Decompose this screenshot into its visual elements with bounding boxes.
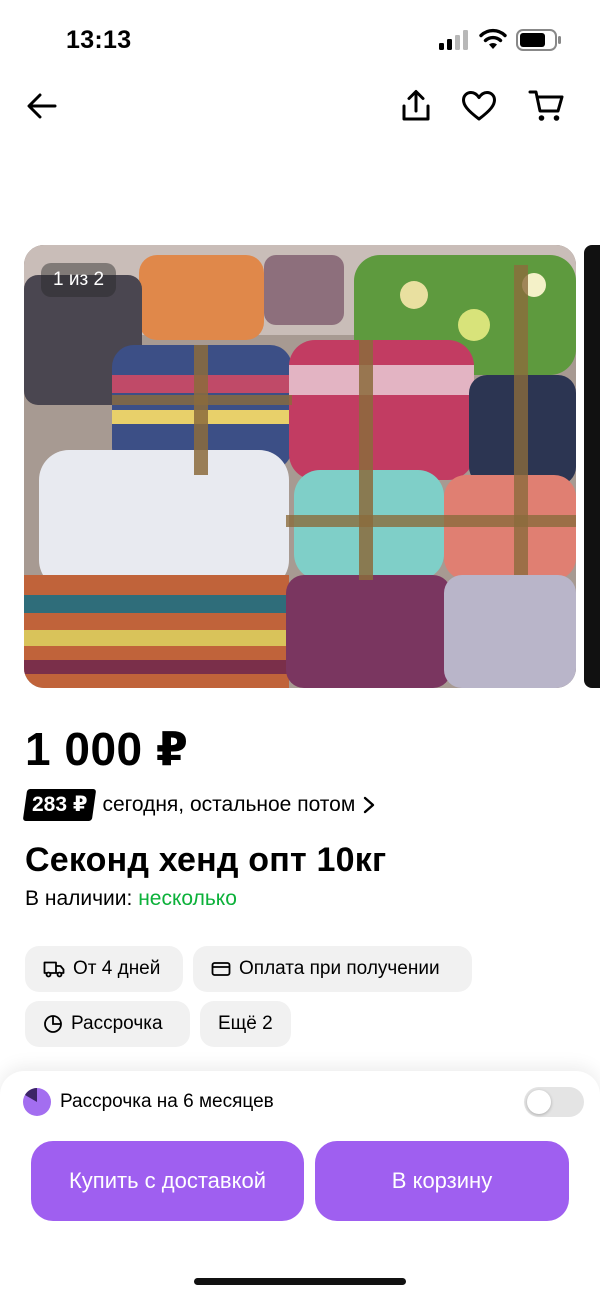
installment-text: сегодня, остальное потом: [102, 793, 356, 816]
installment-chip[interactable]: Рассрочка: [25, 1001, 190, 1047]
pie-chart-icon: [44, 1015, 62, 1033]
battery-icon: [516, 29, 561, 51]
installment-toggle-label: Рассрочка на 6 месяцев: [60, 1091, 274, 1112]
availability: В наличии: несколько: [25, 887, 237, 911]
heart-icon: [462, 91, 496, 121]
more-options-chip[interactable]: Ещё 2: [200, 1001, 291, 1047]
product-photo-gallery[interactable]: [24, 245, 576, 688]
installment-badge: 283 ₽: [22, 789, 97, 821]
wifi-icon: [479, 28, 507, 49]
installment-offer-link[interactable]: 283 ₽ сегодня, остальное потом: [22, 789, 375, 821]
payment-chip-label: Оплата при получении: [239, 958, 440, 979]
delivery-chip[interactable]: От 4 дней: [25, 946, 183, 992]
arrow-left-icon: [27, 93, 57, 119]
installment-toggle[interactable]: [524, 1087, 584, 1117]
more-options-label: Ещё 2: [218, 1013, 273, 1034]
buy-with-delivery-button[interactable]: Купить с доставкой: [31, 1141, 304, 1221]
status-time: 13:13: [66, 26, 132, 54]
add-to-cart-button[interactable]: В корзину: [315, 1141, 569, 1221]
wallet-icon: [211, 962, 231, 976]
product-title: Секонд хенд опт 10кг: [25, 841, 387, 879]
payment-chip[interactable]: Оплата при получении: [193, 946, 472, 992]
toggle-knob: [527, 1090, 551, 1114]
chevron-right-icon: [364, 796, 375, 814]
product-price: 1 000 ₽: [25, 723, 189, 775]
status-bar: 13:13: [0, 0, 600, 80]
availability-value: несколько: [138, 887, 237, 910]
installment-pie-icon: [23, 1088, 51, 1116]
back-button[interactable]: [20, 84, 64, 128]
share-button[interactable]: [394, 84, 438, 128]
share-icon: [402, 90, 430, 121]
installment-chip-label: Рассрочка: [71, 1013, 163, 1034]
purchase-panel: Рассрочка на 6 месяцев Купить с доставко…: [0, 1071, 600, 1297]
nav-bar: [0, 80, 600, 140]
favorite-button[interactable]: [457, 84, 501, 128]
product-photo: [24, 245, 576, 688]
availability-label: В наличии:: [25, 887, 133, 910]
home-indicator: [194, 1278, 406, 1285]
truck-icon: [43, 961, 65, 978]
delivery-chip-label: От 4 дней: [73, 958, 161, 979]
signal-icon: [439, 30, 468, 50]
installment-toggle-row: Рассрочка на 6 месяцев: [22, 1085, 584, 1119]
cart-button[interactable]: [524, 84, 568, 128]
cart-icon: [528, 90, 564, 121]
photo-counter: 1 из 2: [41, 263, 117, 297]
next-photo-preview[interactable]: [584, 245, 600, 688]
